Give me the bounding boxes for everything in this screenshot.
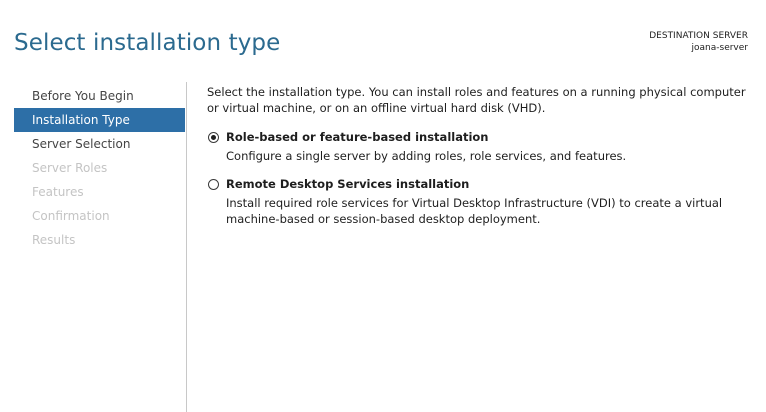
page-title: Select installation type [14,30,281,56]
destination-server-name: joana-server [691,43,748,53]
nav-item-before-you-begin[interactable]: Before You Begin [14,84,185,108]
wizard-nav: Before You Begin Installation Type Serve… [14,84,185,252]
nav-item-features: Features [32,185,84,199]
remote-desktop-radio[interactable] [208,179,219,190]
remote-desktop-label[interactable]: Remote Desktop Services installation [226,176,757,192]
nav-divider [186,82,187,412]
main-content: Select the installation type. You can in… [207,84,757,239]
option-remote-desktop[interactable]: Remote Desktop Services installation Ins… [207,176,757,227]
nav-item-confirmation: Confirmation [32,209,110,223]
role-based-description: Configure a single server by adding role… [226,149,627,163]
destination-server-label: DESTINATION SERVER [649,31,748,41]
role-based-label[interactable]: Role-based or feature-based installation [226,129,757,145]
wizard-page: Select installation type DESTINATION SER… [0,0,766,412]
remote-desktop-description: Install required role services for Virtu… [226,196,723,226]
nav-item-results: Results [32,233,76,247]
role-based-radio[interactable] [208,132,219,143]
nav-item-server-roles: Server Roles [32,161,108,175]
intro-text: Select the installation type. You can in… [207,85,746,115]
destination-server-info: DESTINATION SERVER joana-server [649,30,748,54]
nav-item-installation-type[interactable]: Installation Type [14,108,185,132]
nav-item-server-selection[interactable]: Server Selection [14,132,185,156]
option-role-based[interactable]: Role-based or feature-based installation… [207,129,757,164]
